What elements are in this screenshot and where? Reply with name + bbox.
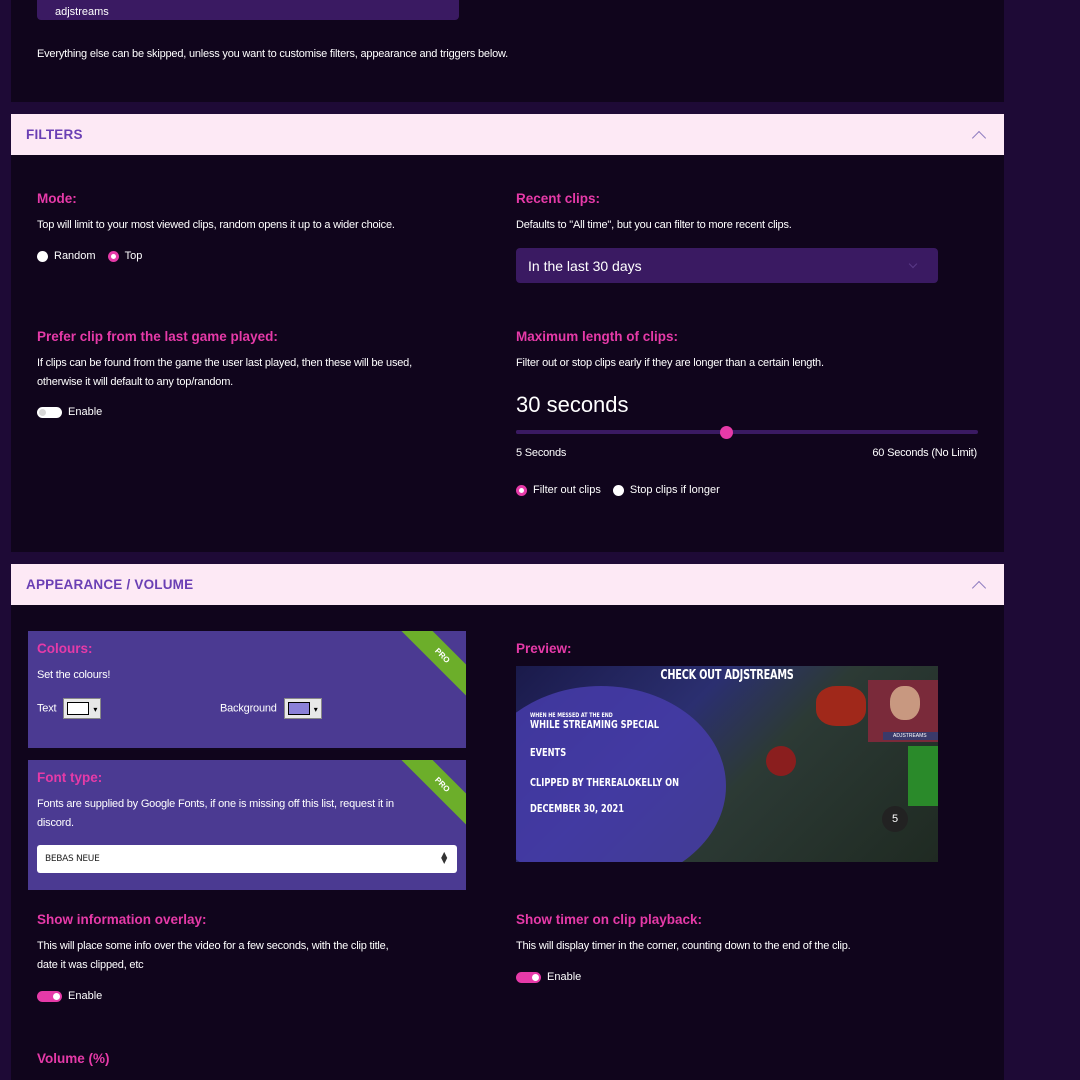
length-mode-radio-group: Filter out clips Stop clips if longer: [516, 484, 720, 496]
timer-toggle-label: Enable: [547, 971, 582, 983]
chevron-down-icon: [908, 259, 918, 269]
radio-filter-out-label: Filter out clips: [533, 484, 601, 496]
preview-label: Preview:: [516, 641, 572, 656]
bg-colour-picker[interactable]: ▾: [283, 698, 322, 719]
font-card: Font type: Fonts are supplied by Google …: [28, 760, 466, 890]
appearance-header[interactable]: APPEARANCE / VOLUME: [11, 564, 1004, 605]
preview-date: DECEMBER 30, 2021: [530, 802, 624, 815]
prefer-desc-1: If clips can be found from the game the …: [37, 357, 412, 369]
preview-title-2: EVENTS: [530, 746, 567, 759]
font-desc-2: discord.: [37, 817, 74, 829]
preview-clipped-by: CLIPPED BY THEREALOKELLY ON: [530, 776, 680, 789]
text-colour-swatch: [67, 702, 90, 715]
channel-input[interactable]: adjstreams: [37, 0, 459, 20]
scene-element: [908, 746, 938, 806]
overlay-desc-2: date it was clipped, etc: [37, 959, 144, 971]
overlay-toggle-label: Enable: [68, 990, 103, 1002]
filters-header[interactable]: FILTERS: [11, 114, 1004, 155]
timer-desc: This will display timer in the corner, c…: [516, 940, 851, 952]
max-length-desc: Filter out or stop clips early if they a…: [516, 357, 824, 369]
filters-body: [11, 155, 1004, 552]
slider-thumb[interactable]: [720, 426, 733, 439]
preview-video: ADJSTREAMS CHECK OUT ADJSTREAMS WHEN HE …: [516, 666, 938, 862]
radio-filter-out[interactable]: [516, 484, 527, 496]
radio-stop-clips-label: Stop clips if longer: [629, 484, 720, 496]
timer-toggle-row: Enable: [516, 971, 581, 983]
text-colour-label: Text: [37, 702, 57, 715]
preview-timer: 5: [882, 806, 908, 832]
radio-random[interactable]: [37, 250, 48, 262]
up-down-icon: ▲ ▼: [441, 850, 447, 865]
text-colour-row: Text ▾: [37, 698, 102, 719]
pro-ribbon: PRO: [396, 760, 466, 830]
scene-element: [816, 686, 866, 726]
overlay-toggle[interactable]: [37, 990, 62, 1002]
radio-stop-clips[interactable]: [612, 484, 624, 496]
chevron-up-icon[interactable]: [971, 130, 987, 145]
mode-radio-group: Random Top: [37, 250, 142, 262]
preview-headline: CHECK OUT ADJSTREAMS: [660, 668, 794, 683]
slider-min-label: 5 Seconds: [516, 447, 567, 459]
prefer-toggle[interactable]: [37, 406, 62, 418]
colours-card: Colours: Set the colours! Text ▾ Backgro…: [28, 631, 466, 748]
dropdown-arrow-icon: ▾: [93, 705, 98, 714]
streamer-avatar: [890, 686, 920, 720]
colours-label: Colours:: [37, 641, 93, 656]
timer-label: Show timer on clip playback:: [516, 912, 703, 927]
recent-clips-value: In the last 30 days: [528, 258, 642, 274]
pro-badge: PRO: [398, 760, 466, 829]
bg-colour-label: Background: [220, 702, 277, 715]
slider-fill: [516, 430, 726, 434]
font-select-value: BEBAS NEUE: [45, 854, 100, 864]
slider-max-label: 60 Seconds (No Limit): [872, 447, 977, 459]
channel-panel: adjstreams Everything else can be skippe…: [11, 0, 1004, 102]
settings-page: adjstreams Everything else can be skippe…: [11, 0, 1004, 1080]
bg-colour-row: Background ▾: [220, 698, 322, 719]
volume-label: Volume (%): [37, 1051, 110, 1066]
scene-element: [766, 746, 796, 776]
pro-ribbon: PRO: [396, 631, 466, 701]
max-length-slider[interactable]: [516, 426, 978, 439]
preview-title-1: WHILE STREAMING SPECIAL: [530, 718, 659, 731]
overlay-label: Show information overlay:: [37, 912, 207, 927]
radio-top-label: Top: [124, 250, 143, 262]
dropdown-arrow-icon: ▾: [313, 705, 318, 714]
radio-random-label: Random: [54, 250, 96, 262]
timer-toggle[interactable]: [516, 971, 541, 983]
bg-colour-swatch: [287, 702, 310, 715]
max-length-value: 30 seconds: [516, 392, 629, 417]
font-select[interactable]: BEBAS NEUE ▲ ▼: [37, 845, 457, 873]
filters-title: FILTERS: [26, 127, 83, 142]
radio-top[interactable]: [107, 250, 119, 262]
overlay-desc-1: This will place some info over the video…: [37, 940, 389, 952]
max-length-label: Maximum length of clips:: [516, 329, 679, 344]
recent-label: Recent clips:: [516, 191, 601, 206]
recent-desc: Defaults to "All time", but you can filt…: [516, 219, 792, 231]
mode-desc: Top will limit to your most viewed clips…: [37, 219, 395, 231]
font-label: Font type:: [37, 770, 103, 785]
recent-clips-select[interactable]: In the last 30 days: [516, 248, 938, 283]
skip-note: Everything else can be skipped, unless y…: [37, 48, 508, 60]
colours-desc: Set the colours!: [37, 669, 111, 681]
webcam-tag: ADJSTREAMS: [883, 732, 938, 740]
appearance-title: APPEARANCE / VOLUME: [26, 577, 194, 592]
overlay-toggle-row: Enable: [37, 990, 102, 1002]
font-desc-1: Fonts are supplied by Google Fonts, if o…: [37, 798, 394, 810]
mode-label: Mode:: [37, 191, 77, 206]
chevron-up-icon[interactable]: [971, 580, 987, 595]
prefer-desc-2: otherwise it will default to any top/ran…: [37, 376, 234, 388]
prefer-toggle-label: Enable: [68, 406, 103, 418]
prefer-label: Prefer clip from the last game played:: [37, 329, 278, 344]
text-colour-picker[interactable]: ▾: [63, 698, 102, 719]
prefer-toggle-row: Enable: [37, 406, 102, 418]
pro-badge: PRO: [398, 631, 466, 700]
